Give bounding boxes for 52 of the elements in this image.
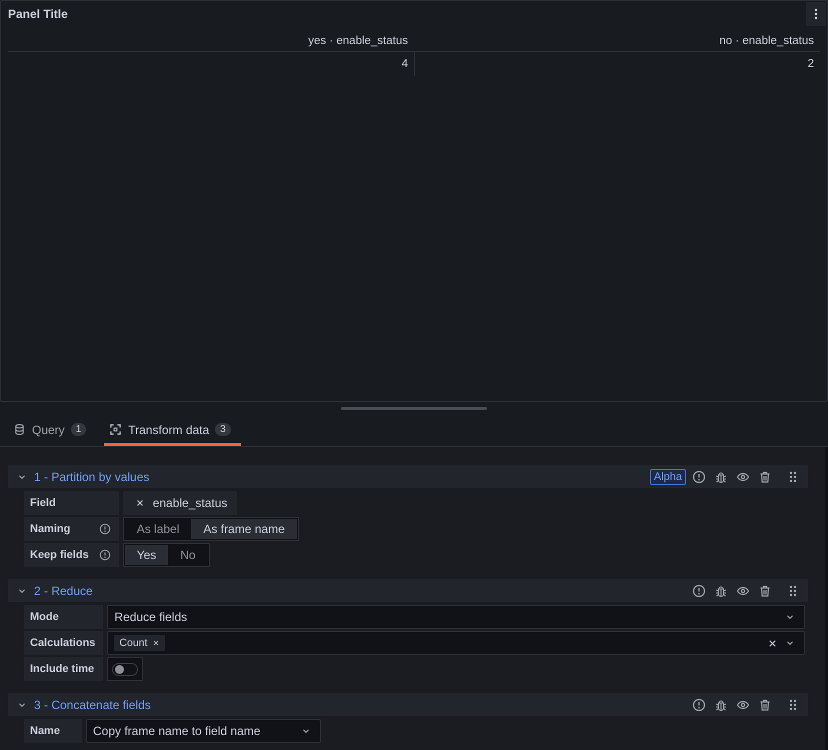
bug-icon[interactable]: [714, 584, 728, 598]
toggle-switch[interactable]: [112, 662, 138, 676]
clear-icon[interactable]: [767, 638, 778, 648]
option-label: Calculations: [30, 637, 96, 649]
table-cell: 2: [414, 52, 820, 76]
option-button[interactable]: As label: [124, 519, 192, 539]
select-field[interactable]: Copy frame name to field name: [86, 719, 322, 743]
select-value: Copy frame name to field name: [93, 724, 260, 738]
transformation-title[interactable]: 3 - Concatenate fields: [34, 698, 692, 712]
count-badge: 1: [70, 423, 86, 436]
transformation-title[interactable]: 1 - Partition by values: [34, 470, 650, 484]
info-icon[interactable]: [692, 584, 706, 598]
info-icon[interactable]: [98, 523, 111, 535]
trash-icon[interactable]: [758, 698, 772, 712]
option-button[interactable]: Yes: [124, 545, 168, 565]
transformation-title[interactable]: 2 - Reduce: [34, 584, 692, 598]
select-field[interactable]: Reduce fields: [107, 605, 805, 629]
column-header[interactable]: yes · enable_status: [8, 31, 414, 51]
column-header[interactable]: no · enable_status: [414, 31, 820, 51]
option-label: Name: [30, 725, 60, 737]
resize-handle[interactable]: [341, 406, 487, 410]
option-button[interactable]: No: [168, 545, 208, 565]
select-value: Reduce fields: [114, 610, 188, 624]
trash-icon[interactable]: [758, 584, 772, 598]
transform-icon: [109, 423, 122, 436]
tab-label: Transform data: [128, 422, 210, 436]
option-label: Keep fields: [30, 549, 89, 561]
bug-icon[interactable]: [714, 470, 728, 484]
option-label: Field: [30, 497, 56, 509]
field-button[interactable]: enable_status: [122, 491, 238, 515]
option-button[interactable]: As frame name: [191, 519, 297, 539]
multi-select-field[interactable]: Count: [107, 631, 805, 655]
info-icon[interactable]: [98, 549, 111, 561]
info-icon[interactable]: [692, 698, 706, 712]
table-cell-text: 4: [400, 57, 409, 72]
stage-badge: Alpha: [650, 468, 686, 484]
option-label: Naming: [30, 523, 70, 535]
option-label: Include time: [30, 663, 94, 675]
bug-icon[interactable]: [714, 698, 728, 712]
option-label: Mode: [30, 611, 59, 623]
trash-icon[interactable]: [758, 470, 772, 484]
tag-chip[interactable]: Count: [114, 635, 166, 651]
menu-button[interactable]: [806, 2, 826, 26]
chip-label: Count: [119, 637, 148, 649]
panel-title: Panel Title: [8, 7, 68, 21]
close-icon[interactable]: [134, 498, 145, 508]
tab-label: Query: [32, 422, 65, 436]
close-icon[interactable]: [152, 639, 160, 647]
info-icon[interactable]: [692, 470, 706, 484]
database-icon: [13, 423, 26, 436]
tab[interactable]: Query 1: [8, 416, 96, 446]
count-badge: 3: [215, 423, 231, 436]
